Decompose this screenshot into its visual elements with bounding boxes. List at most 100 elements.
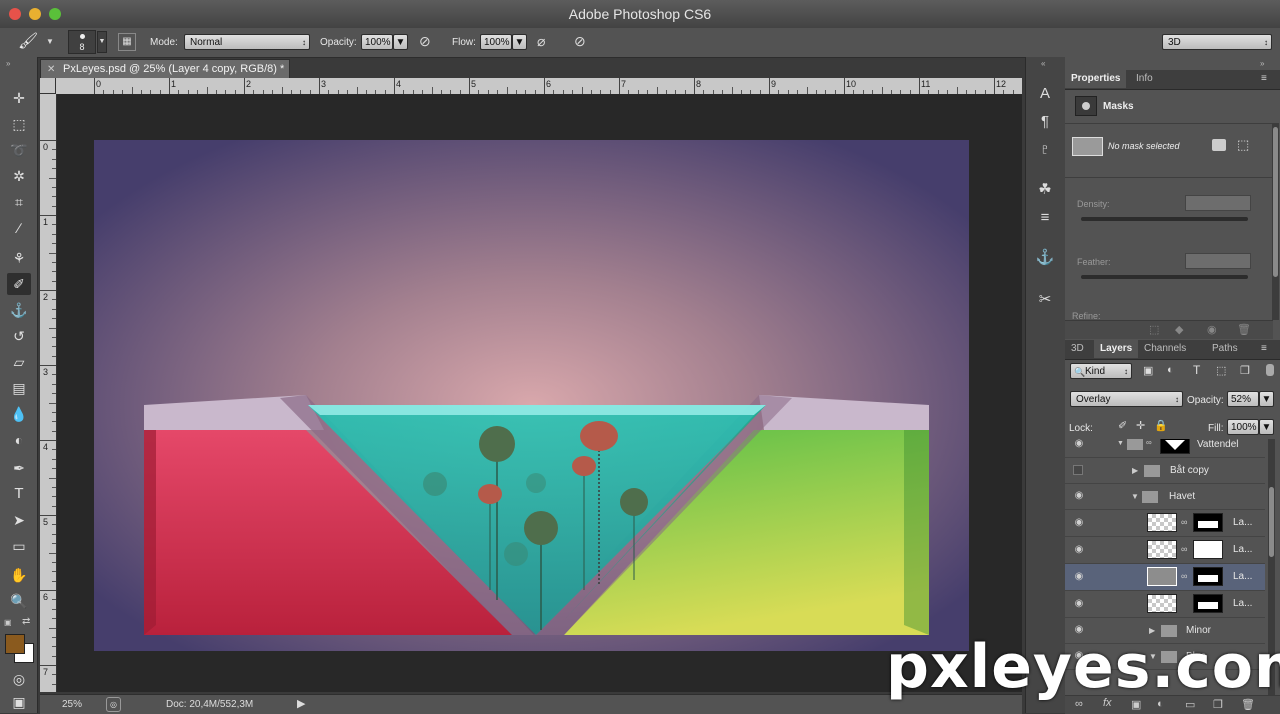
collapse-tools-icon[interactable]: » <box>6 59 10 68</box>
dodge-tool-icon[interactable]: ◐ <box>7 429 31 451</box>
tab-paths[interactable]: Paths <box>1206 340 1244 358</box>
visibility-eye-icon[interactable]: ◉ <box>1073 517 1085 529</box>
layer-thumbnail[interactable] <box>1147 594 1177 613</box>
filter-toggle-icon[interactable] <box>1266 364 1274 376</box>
layer-row-selected[interactable]: ◉ ∞ La... <box>1065 564 1265 591</box>
brush-size-picker[interactable]: 8 <box>68 30 96 54</box>
visibility-eye-icon[interactable]: ◉ <box>1073 544 1085 556</box>
zoom-level[interactable]: 25% <box>62 699 82 710</box>
tab-channels[interactable]: Channels <box>1138 340 1192 358</box>
group-expanded-chevron-icon[interactable]: ▼ <box>1131 492 1139 501</box>
filter-shape-icon[interactable]: ⬚ <box>1216 364 1226 377</box>
clone-stamp-tool-icon[interactable]: ⚓ <box>7 299 31 321</box>
tab-properties[interactable]: Properties <box>1065 70 1127 88</box>
group-collapsed-chevron-icon[interactable]: ▶ <box>1132 466 1138 475</box>
filter-type-icon[interactable]: T <box>1193 363 1200 377</box>
feather-slider[interactable] <box>1081 275 1248 279</box>
swap-colors-icon[interactable]: ⇄ <box>22 616 30 627</box>
lock-pixels-icon[interactable]: ✐ <box>1118 419 1127 432</box>
foreground-color-swatch[interactable] <box>5 634 25 654</box>
layer-mask-thumbnail[interactable] <box>1193 540 1223 559</box>
character-panel-icon[interactable]: A <box>1033 83 1057 105</box>
pen-tool-icon[interactable]: ✒ <box>7 457 31 479</box>
blend-mode-select[interactable]: Overlay ↕ <box>1070 391 1183 407</box>
fill-input[interactable]: 100% <box>1227 419 1259 435</box>
brush-tool-icon[interactable]: ✐ <box>7 273 31 295</box>
feather-field[interactable] <box>1185 253 1251 269</box>
lock-position-icon[interactable]: ✛ <box>1136 419 1145 432</box>
layer-row[interactable]: ◉ ▼ Havet <box>1065 484 1265 510</box>
density-field[interactable] <box>1185 195 1251 211</box>
filter-smart-object-icon[interactable]: ❐ <box>1240 364 1250 377</box>
delete-mask-icon[interactable]: 🗑 <box>1237 323 1251 336</box>
hand-tool-icon[interactable]: ✋ <box>7 564 31 586</box>
layer-opacity-chevron-icon[interactable]: ▼ <box>1259 391 1274 407</box>
mode-select[interactable]: Normal ↕ <box>184 34 310 50</box>
layer-mask-thumbnail[interactable] <box>1193 513 1223 532</box>
flow-input[interactable]: 100% <box>480 34 512 50</box>
properties-panel-menu-icon[interactable]: ≡ <box>1261 73 1267 84</box>
vertical-ruler[interactable]: 0 1 2 3 4 5 6 7 <box>40 94 57 692</box>
tab-3d[interactable]: 3D <box>1065 340 1090 358</box>
lasso-tool-icon[interactable]: ➰ <box>7 139 31 161</box>
filter-adjustment-icon[interactable]: ◐ <box>1167 364 1174 376</box>
pixel-mask-icon[interactable] <box>1075 96 1097 116</box>
horizontal-ruler[interactable]: 0 1 2 3 4 5 6 7 8 9 10 11 12 <box>56 78 1022 95</box>
properties-scrollbar[interactable] <box>1272 123 1279 320</box>
layer-thumbnail[interactable] <box>1147 540 1177 559</box>
layer-mask-thumbnail[interactable] <box>1160 439 1190 454</box>
flow-slider-chevron-icon[interactable]: ▼ <box>512 34 527 50</box>
visibility-eye-icon[interactable]: ◉ <box>1073 439 1085 450</box>
status-menu-arrow-icon[interactable]: ▶ <box>297 697 305 710</box>
visibility-eye-icon[interactable]: ◉ <box>1073 571 1085 583</box>
ruler-origin[interactable] <box>40 78 56 94</box>
apply-mask-icon[interactable]: ◆ <box>1175 323 1183 336</box>
layer-mask-thumbnail[interactable] <box>1193 567 1223 586</box>
layer-row[interactable]: ◉ La... <box>1065 591 1265 618</box>
quick-selection-tool-icon[interactable]: ✲ <box>7 165 31 187</box>
airbrush-icon[interactable]: ⌀ <box>537 33 555 51</box>
screen-mode-icon[interactable]: ▣ <box>7 691 31 713</box>
brush-panel-toggle-icon[interactable]: ▦ <box>118 33 136 51</box>
opacity-input[interactable]: 100% <box>361 34 393 50</box>
fill-chevron-icon[interactable]: ▼ <box>1259 419 1274 435</box>
brush-picker-chevron-icon[interactable]: ▼ <box>97 31 107 53</box>
add-pixel-mask-icon[interactable] <box>1212 139 1226 151</box>
crop-tool-icon[interactable]: ⌗ <box>7 191 31 213</box>
layer-row[interactable]: ◉ ▼ ∞ Vattendel <box>1065 439 1265 458</box>
blur-tool-icon[interactable]: 💧 <box>7 403 31 425</box>
disable-mask-icon[interactable]: ◉ <box>1207 323 1217 336</box>
default-colors-icon[interactable]: ▣ <box>4 618 12 627</box>
expand-dock-icon[interactable]: « <box>1041 59 1045 68</box>
filter-pixel-icon[interactable]: ▣ <box>1143 364 1153 377</box>
close-document-icon[interactable]: ✕ <box>47 60 55 79</box>
opacity-slider-chevron-icon[interactable]: ▼ <box>393 34 408 50</box>
rectangle-tool-icon[interactable]: ▭ <box>7 535 31 557</box>
document-canvas[interactable] <box>94 140 969 651</box>
healing-brush-tool-icon[interactable]: ⚘ <box>7 247 31 269</box>
layer-row[interactable]: ▶ Båt copy <box>1065 458 1265 484</box>
visibility-off-box[interactable] <box>1073 465 1083 475</box>
status-info-icon[interactable]: ◎ <box>106 697 121 712</box>
visibility-eye-icon[interactable]: ◉ <box>1073 490 1085 502</box>
adjustments-panel-icon[interactable]: ≡ <box>1033 207 1057 229</box>
paragraph-panel-icon[interactable]: ¶ <box>1033 111 1057 133</box>
workspace-select[interactable]: 3D ↕ <box>1162 34 1272 50</box>
brush-presets-panel-icon[interactable]: ☘ <box>1033 179 1057 201</box>
load-selection-icon[interactable]: ⬚ <box>1149 323 1159 336</box>
visibility-eye-icon[interactable]: ◉ <box>1073 598 1085 610</box>
lock-transparent-icon[interactable] <box>1099 421 1109 431</box>
document-tab[interactable]: ✕ PxLeyes.psd @ 25% (Layer 4 copy, RGB/8… <box>40 59 290 78</box>
tool-preset-chevron-icon[interactable]: ▼ <box>46 37 54 46</box>
layer-row[interactable]: ◉ ∞ La... <box>1065 510 1265 537</box>
quick-mask-icon[interactable]: ◎ <box>7 668 31 690</box>
add-vector-mask-icon[interactable]: ⬚ <box>1237 137 1249 153</box>
move-tool-icon[interactable]: ✛ <box>7 87 31 109</box>
layers-panel-menu-icon[interactable]: ≡ <box>1261 343 1267 354</box>
layer-filter-select[interactable]: 🔍 Kind ↕ <box>1070 363 1132 379</box>
eraser-tool-icon[interactable]: ▱ <box>7 351 31 373</box>
pressure-size-icon[interactable]: ⊘ <box>574 33 592 51</box>
clone-source-panel-icon[interactable]: ⚓ <box>1033 247 1057 269</box>
marquee-tool-icon[interactable]: ⬚ <box>7 113 31 135</box>
layer-mask-thumbnail[interactable] <box>1193 594 1223 613</box>
